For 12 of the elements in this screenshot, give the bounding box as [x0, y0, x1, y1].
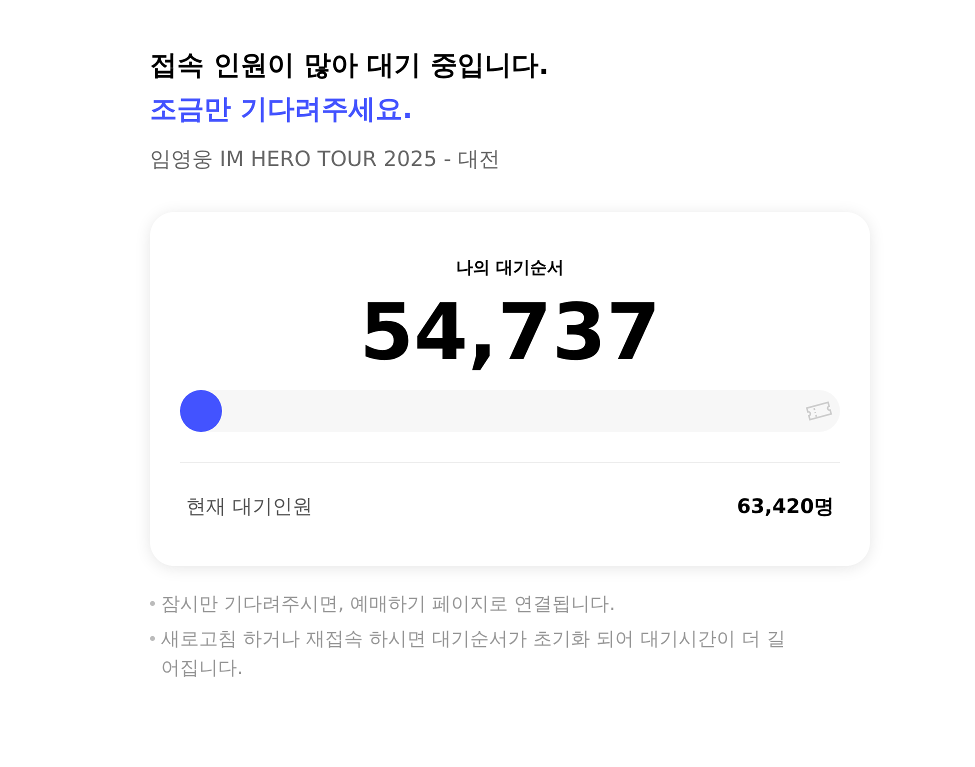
- heading-text: 조금만 기다려주세요.: [150, 93, 414, 127]
- waiting-count: 63,420명: [736, 492, 834, 520]
- bullet-icon: [150, 601, 155, 606]
- waiting-label: 현재 대기인원: [186, 492, 312, 520]
- event-title: 임영웅 IM HERO TOUR 2025 - 대전: [150, 146, 501, 173]
- queue-position: 54,737: [360, 288, 660, 378]
- queue-label: 나의 대기순서: [456, 257, 564, 280]
- bullet-icon: [150, 636, 155, 641]
- heading-text: 접속 인원이 많아 대기 중입니다.: [150, 49, 550, 83]
- note-text: 잠시만 기다려주시면, 예매하기 페이지로 연결됩니다.: [161, 592, 616, 617]
- note-text: 새로고침 하거나 재접속 하시면 대기순서가 초기화 되어 대기시간이 더 길어집니다.: [161, 627, 786, 681]
- ticket-icon: [804, 398, 834, 422]
